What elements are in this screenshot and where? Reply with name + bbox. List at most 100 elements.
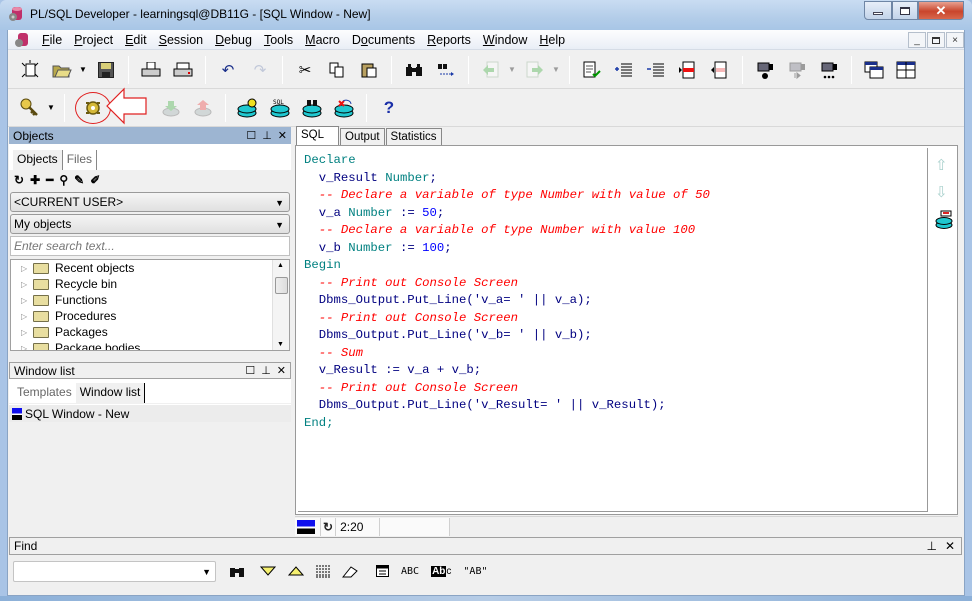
save-button[interactable] <box>94 58 118 82</box>
redo-button[interactable]: ↷ <box>248 58 272 82</box>
tab-statistics[interactable]: Statistics <box>385 128 442 146</box>
float-icon[interactable]: ☐ <box>246 129 256 142</box>
mdi-restore-button[interactable] <box>927 32 945 48</box>
expand-arrow-icon[interactable]: ▷ <box>21 264 33 273</box>
sql-session-button[interactable]: SQL <box>268 96 292 120</box>
sql-editor[interactable]: Declare v_Result Number; -- Declare a va… <box>298 148 928 512</box>
menu-edit[interactable]: Edit <box>119 33 153 47</box>
comment-button[interactable] <box>676 58 700 82</box>
collapse-icon[interactable]: ━ <box>46 173 53 187</box>
expand-arrow-icon[interactable]: ▷ <box>21 280 33 289</box>
doc-icon[interactable] <box>14 32 30 48</box>
tab-window-list[interactable]: Window list <box>75 383 146 403</box>
menu-project[interactable]: Project <box>68 33 119 47</box>
highlight-all-button[interactable] <box>316 565 330 578</box>
clear-highlight-button[interactable] <box>342 565 358 578</box>
undo-button[interactable]: ↶ <box>216 58 240 82</box>
code-line[interactable]: Dbms_Output.Put_Line('v_a= ' || v_a); <box>304 292 921 310</box>
code-line[interactable]: v_Result := v_a + v_b; <box>304 362 921 380</box>
fetch-last-button[interactable] <box>191 96 215 120</box>
copy-button[interactable] <box>325 58 349 82</box>
code-line[interactable]: v_Result Number; <box>304 170 921 188</box>
code-line[interactable]: End; <box>304 415 921 433</box>
query-builder-button[interactable] <box>935 210 953 233</box>
find-object-icon[interactable]: ⚲ <box>59 173 68 187</box>
expand-arrow-icon[interactable]: ▷ <box>21 296 33 305</box>
rollback-button[interactable] <box>332 96 356 120</box>
window-list-button[interactable] <box>862 58 886 82</box>
menu-reports[interactable]: Reports <box>421 33 477 47</box>
code-line[interactable]: v_b Number := 100; <box>304 240 921 258</box>
code-line[interactable]: Declare <box>304 152 921 170</box>
user-combo[interactable]: <CURRENT USER> ▼ <box>10 192 290 212</box>
code-line[interactable]: -- Print out Console Screen <box>304 310 921 328</box>
find-db-object-button[interactable] <box>300 96 324 120</box>
tree-item-package-bodies[interactable]: ▷ Package bodies <box>11 340 289 351</box>
code-line[interactable]: -- Print out Console Screen <box>304 275 921 293</box>
open-button[interactable] <box>50 58 74 82</box>
code-line[interactable]: v_a Number := 50; <box>304 205 921 223</box>
uncomment-button[interactable] <box>708 58 732 82</box>
find-input[interactable]: ▼ <box>13 560 216 582</box>
expand-arrow-icon[interactable]: ▷ <box>21 328 33 337</box>
filter-combo[interactable]: My objects ▼ <box>10 214 290 234</box>
menu-file[interactable]: File <box>36 33 68 47</box>
object-search-input[interactable]: Enter search text... <box>10 236 290 256</box>
commit-button[interactable] <box>236 96 260 120</box>
print-preview-button[interactable] <box>171 58 195 82</box>
expand-arrow-icon[interactable]: ▷ <box>21 312 33 321</box>
code-line[interactable]: Dbms_Output.Put_Line('v_b= ' || v_b); <box>304 327 921 345</box>
tab-output[interactable]: Output <box>340 128 385 146</box>
check-syntax-button[interactable] <box>580 58 604 82</box>
forward-dropdown[interactable]: ▼ <box>551 65 561 74</box>
new-button[interactable] <box>18 58 42 82</box>
scroll-up-icon[interactable]: ▲ <box>277 262 284 269</box>
chevron-down-icon[interactable]: ▼ <box>202 567 211 577</box>
window-list-item[interactable]: SQL Window - New <box>9 404 291 422</box>
code-line[interactable]: -- Declare a variable of type Number wit… <box>304 187 921 205</box>
mdi-close-button[interactable]: × <box>946 32 964 48</box>
tab-objects[interactable]: Objects <box>13 150 63 170</box>
code-line[interactable]: -- Sum <box>304 345 921 363</box>
tile-windows-button[interactable] <box>894 58 918 82</box>
print-button[interactable] <box>139 58 163 82</box>
fetch-next-button[interactable] <box>159 96 183 120</box>
play-macro-button[interactable] <box>785 58 809 82</box>
code-line[interactable]: Begin <box>304 257 921 275</box>
code-line[interactable]: -- Declare a variable of type Number wit… <box>304 222 921 240</box>
open-dropdown[interactable]: ▼ <box>78 65 88 74</box>
folder-filter-icon[interactable]: ✐ <box>90 173 100 187</box>
mdi-minimize-button[interactable]: _ <box>908 32 926 48</box>
close-icon[interactable]: ✕ <box>277 364 286 377</box>
tab-sql[interactable]: SQL <box>296 126 340 146</box>
macro-library-button[interactable] <box>817 58 841 82</box>
case-sensitive-button[interactable]: ABC <box>401 566 419 577</box>
autorefresh-icon[interactable]: ↻ <box>321 517 337 536</box>
logon-button[interactable] <box>18 96 42 120</box>
previous-statement-button[interactable]: ⇧ <box>935 156 948 174</box>
menu-tools[interactable]: Tools <box>258 33 299 47</box>
menu-window[interactable]: Window <box>477 33 533 47</box>
tree-item-functions[interactable]: ▷ Functions <box>11 292 289 308</box>
expand-icon[interactable]: ✚ <box>30 173 40 187</box>
tree-item-recycle-bin[interactable]: ▷ Recycle bin <box>11 276 289 292</box>
close-icon[interactable]: ✕ <box>278 129 287 142</box>
selection-only-button[interactable] <box>376 565 389 577</box>
code-line[interactable]: Dbms_Output.Put_Line('v_Result= ' || v_R… <box>304 397 921 415</box>
menu-documents[interactable]: Documents <box>346 33 421 47</box>
pin-icon[interactable]: ⊥ <box>261 364 271 377</box>
find-previous-up-button[interactable] <box>288 566 304 576</box>
tree-item-packages[interactable]: ▷ Packages <box>11 324 289 340</box>
back-dropdown[interactable]: ▼ <box>507 65 517 74</box>
indent-button[interactable] <box>612 58 636 82</box>
scrollbar-thumb[interactable] <box>275 277 288 294</box>
close-button[interactable]: ✕ <box>918 1 964 20</box>
filter-icon[interactable]: ✎ <box>74 173 84 187</box>
tree-item-procedures[interactable]: ▷ Procedures <box>11 308 289 324</box>
paste-button[interactable] <box>357 58 381 82</box>
pin-icon[interactable]: ⊥ <box>926 539 936 553</box>
scroll-down-icon[interactable]: ▼ <box>277 341 284 348</box>
find-search-button[interactable] <box>230 565 244 577</box>
expand-arrow-icon[interactable]: ▷ <box>21 344 33 351</box>
menu-macro[interactable]: Macro <box>299 33 346 47</box>
